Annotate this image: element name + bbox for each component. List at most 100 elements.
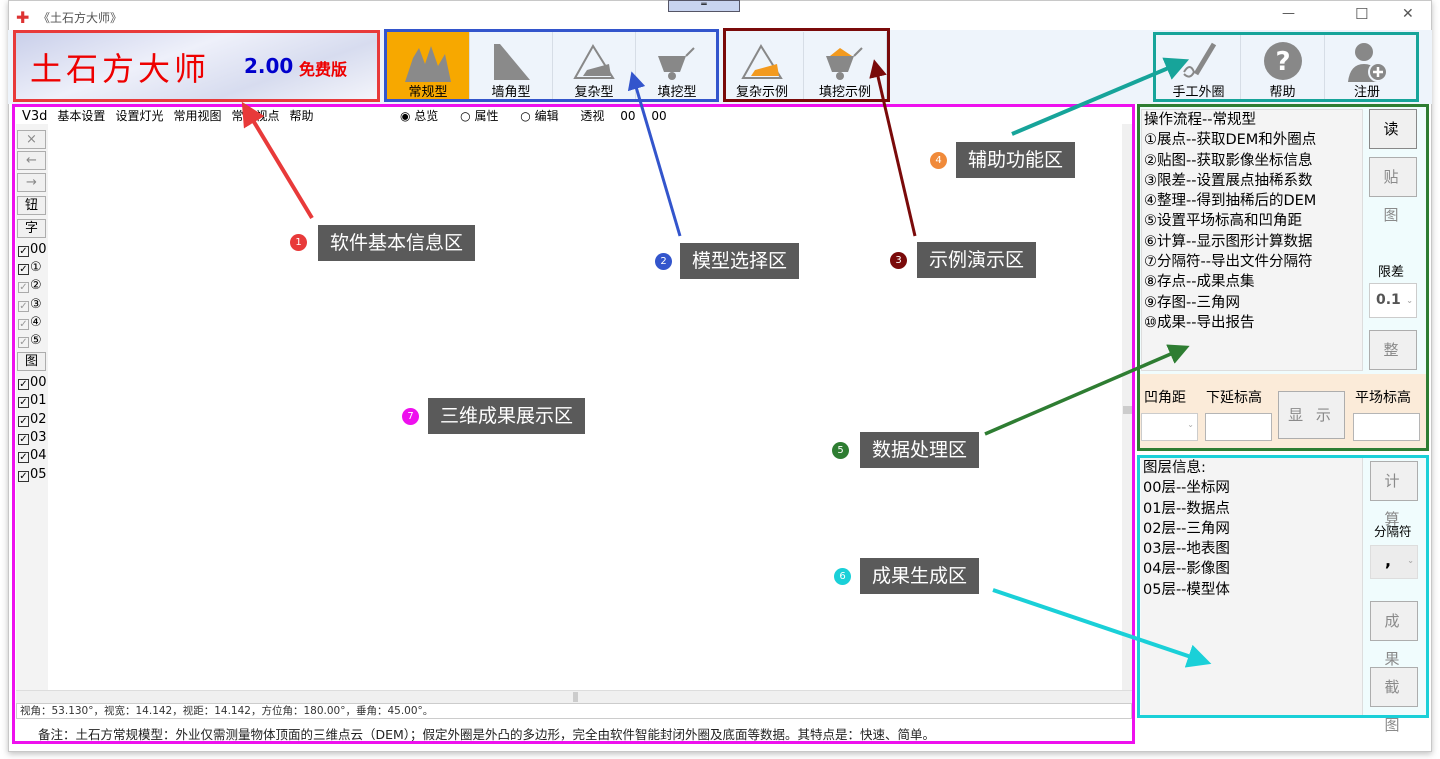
layer-checkbox-03[interactable]: ✓ 03	[18, 429, 47, 447]
banner-edition: 免费版	[299, 60, 348, 79]
label: ③	[30, 297, 42, 312]
checkbox-2[interactable]: ✓ ②	[18, 277, 42, 295]
callout-data-processing: 数据处理区	[860, 432, 980, 468]
text-toggle[interactable]: 字	[17, 219, 46, 238]
process-list[interactable]: 操作流程--常规型 ①展点--获取DEM和外圈点 ②贴图--获取影像坐标信息 ③限差-…	[1141, 109, 1363, 371]
value: 0.1	[1376, 292, 1401, 308]
label: 填挖型	[657, 85, 697, 100]
tolerance-select[interactable]: 0.1 ⌄	[1369, 283, 1417, 318]
callout-badge-5: 5	[832, 442, 849, 459]
capture-button[interactable]: 截 图	[1370, 667, 1418, 734]
mountain-icon	[405, 46, 451, 82]
label: 属性	[474, 109, 499, 123]
callout-aux: 辅助功能区	[956, 142, 1076, 178]
callout-badge-3: 3	[890, 252, 907, 269]
list-item: 00层--坐标网	[1143, 480, 1230, 497]
level-elevation-label: 平场标高	[1355, 390, 1411, 406]
wall-corner-icon	[494, 44, 530, 80]
label: 复杂示例	[735, 85, 788, 100]
show-button[interactable]: 显 示	[1278, 391, 1345, 439]
label: 常规型	[408, 85, 448, 100]
checkbox-00[interactable]: ✓ 00	[18, 241, 47, 259]
calculate-button[interactable]: 计 算	[1370, 461, 1418, 528]
callout-3d-view: 三维成果展示区	[428, 398, 586, 434]
checkbox-4[interactable]: ✓ ④	[18, 314, 42, 332]
lower-elevation-label: 下延标高	[1206, 390, 1262, 406]
layer-info-list[interactable]: 图层信息: 00层--坐标网 01层--数据点 02层--三角网 03层--地表图 04层…	[1141, 458, 1363, 715]
layer-checkbox-05[interactable]: ✓ 05	[18, 466, 47, 484]
label: 05	[30, 467, 47, 482]
menu-help[interactable]: 帮助	[289, 109, 313, 123]
layer-checkbox-04[interactable]: ✓ 04	[18, 447, 47, 465]
callout-basic-info: 软件基本信息区	[318, 225, 476, 261]
radio-properties[interactable]: ○ 属性	[460, 109, 498, 123]
list-item: 03层--地表图	[1143, 541, 1230, 558]
minimize-button[interactable]: —	[1282, 6, 1295, 21]
example-complex-button[interactable]: 复杂示例	[721, 32, 804, 100]
list-item: ⑧存点--成果点集	[1144, 274, 1255, 291]
menu-v3d[interactable]: V3d	[22, 109, 47, 124]
list-item: ④整理--得到抽稀后的DEM	[1144, 193, 1317, 210]
checkbox-5[interactable]: ✓ ⑤	[18, 332, 42, 350]
list-item: 04层--影像图	[1143, 561, 1230, 578]
separator-select[interactable]: , ⌄	[1370, 545, 1418, 579]
menu-common-views[interactable]: 常用视图	[173, 109, 221, 123]
callout-badge-6: 6	[834, 568, 851, 585]
list-item: ⑨存图--三角网	[1144, 294, 1240, 311]
drag-gripper[interactable]: ═	[668, 0, 740, 12]
checkbox-1[interactable]: ✓ ①	[18, 259, 42, 277]
result-button[interactable]: 成 果	[1370, 601, 1418, 668]
tolerance-label: 限差	[1378, 265, 1405, 280]
menu-lighting[interactable]: 设置灯光	[115, 109, 163, 123]
label: 手工外圈	[1172, 85, 1225, 100]
back-button[interactable]: ←	[17, 151, 46, 170]
attach-image-button[interactable]: 贴 图	[1369, 157, 1417, 224]
list-item: ⑥计算--显示图形计算数据	[1144, 233, 1313, 250]
radio-overview[interactable]: ◉ 总览	[400, 109, 438, 123]
map-toggle[interactable]: 图	[17, 352, 46, 371]
layer-checkbox-00[interactable]: ✓ 00	[18, 374, 47, 392]
radio-edit[interactable]: ○ 编辑	[520, 109, 558, 123]
tidy-button[interactable]: 整 理	[1369, 330, 1417, 397]
window-title: 《土石方大师》	[38, 11, 123, 25]
example-cutfill-button[interactable]: 填挖示例	[804, 32, 887, 100]
model-regular-button[interactable]: 常规型	[387, 32, 470, 100]
read-points-button[interactable]: 读 点	[1369, 109, 1417, 176]
lower-elevation-input[interactable]	[1205, 413, 1272, 441]
concave-distance-select[interactable]: ⌄	[1141, 413, 1198, 441]
layer-checkbox-01[interactable]: ✓ 01	[18, 392, 47, 410]
button-toggle[interactable]: 钮	[17, 196, 46, 215]
concave-distance-label: 凹角距	[1144, 390, 1186, 406]
complex-terrain-icon	[573, 44, 615, 79]
menu-basic-settings[interactable]: 基本设置	[57, 109, 105, 123]
list-item: 图层信息:	[1143, 460, 1206, 476]
complex-example-icon	[741, 44, 783, 79]
callout-badge-1: 1	[290, 234, 307, 251]
horizontal-scrollbar[interactable]	[16, 690, 1132, 703]
model-cutfill-button[interactable]: 填挖型	[636, 32, 719, 100]
checkbox-3[interactable]: ✓ ③	[18, 296, 42, 314]
perspective-label[interactable]: 透视	[580, 109, 604, 123]
vertical-scrollbar[interactable]	[1122, 124, 1133, 690]
label: 03	[30, 430, 47, 445]
value-1: 00	[620, 109, 636, 123]
model-corner-button[interactable]: 墙角型	[470, 32, 553, 100]
callout-examples: 示例演示区	[917, 242, 1037, 278]
model-complex-button[interactable]: 复杂型	[553, 32, 636, 100]
banner-version: 2.00	[244, 54, 294, 78]
close-button[interactable]: ✕	[1402, 6, 1414, 22]
forward-button[interactable]: →	[17, 173, 46, 192]
menu-common-viewpoints[interactable]: 常用视点	[231, 109, 279, 123]
close-view-button[interactable]: ×	[17, 130, 46, 149]
list-item: 05层--模型体	[1143, 581, 1230, 598]
maximize-button[interactable]: ☐	[1355, 5, 1368, 23]
layer-checkbox-02[interactable]: ✓ 02	[18, 411, 47, 429]
register-button[interactable]: 注册	[1325, 32, 1409, 100]
label: 复杂型	[574, 85, 614, 100]
list-item: ①展点--获取DEM和外圈点	[1144, 132, 1317, 149]
manual-outline-button[interactable]: 手工外圈	[1157, 32, 1241, 100]
help-button[interactable]: ? 帮助	[1241, 32, 1325, 100]
level-elevation-input[interactable]	[1353, 413, 1420, 441]
label: ②	[30, 278, 42, 293]
callout-results: 成果生成区	[860, 558, 980, 594]
